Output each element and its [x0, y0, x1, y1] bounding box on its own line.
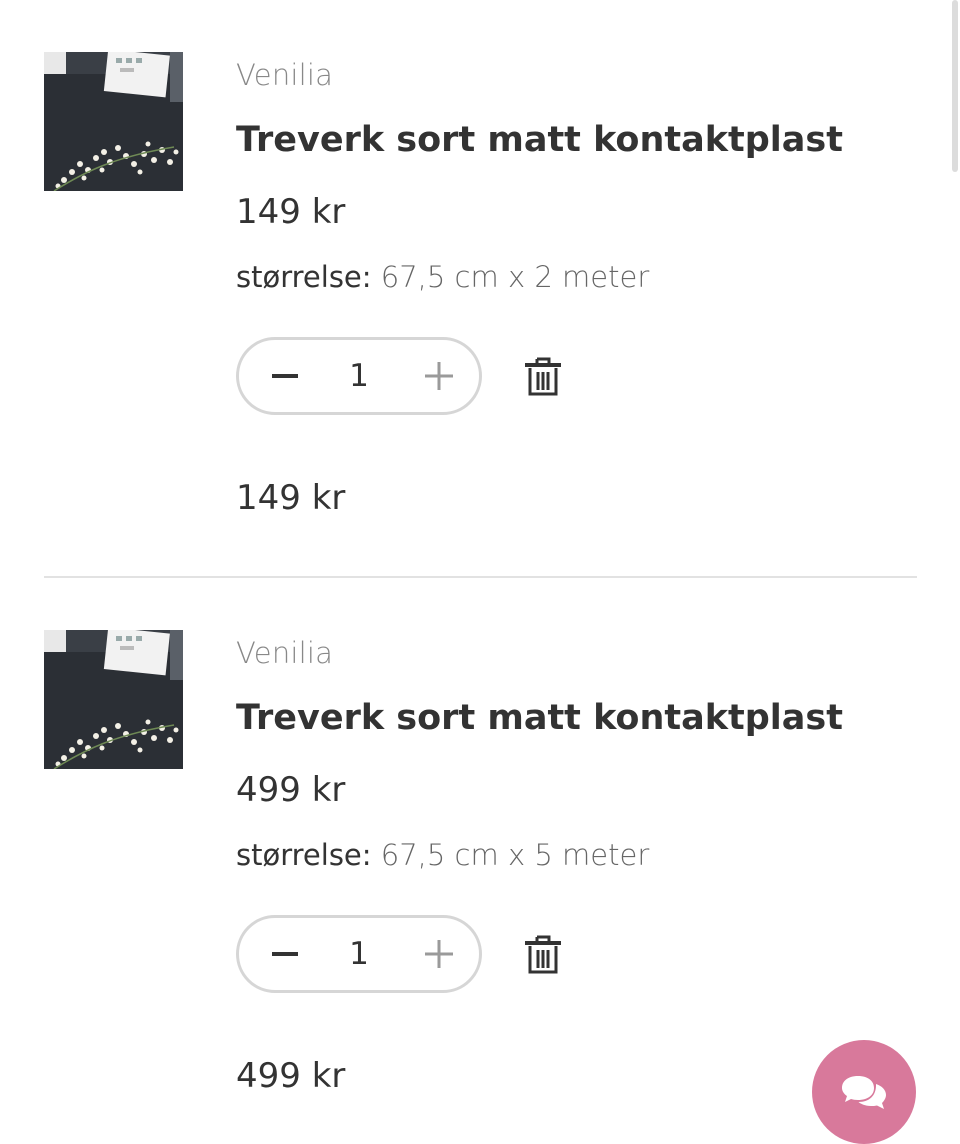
- line-total: 149 kr: [236, 478, 346, 518]
- product-price: 149 kr: [236, 192, 346, 232]
- increase-quantity-button[interactable]: [399, 918, 479, 990]
- cart-item: Venilia Treverk sort matt kontaktplast 1…: [0, 0, 960, 578]
- plus-icon: [425, 940, 453, 968]
- increase-quantity-button[interactable]: [399, 340, 479, 412]
- chat-bubbles-icon: [842, 1076, 886, 1109]
- remove-item-button[interactable]: [522, 354, 564, 398]
- product-brand: Venilia: [236, 636, 334, 670]
- product-variant: størrelse: 67,5 cm x 5 meter: [236, 838, 649, 872]
- quantity-stepper: 1: [236, 915, 482, 993]
- quantity-value[interactable]: 1: [329, 340, 389, 412]
- decrease-quantity-button[interactable]: [245, 918, 325, 990]
- quantity-value[interactable]: 1: [329, 918, 389, 990]
- decrease-quantity-button[interactable]: [245, 340, 325, 412]
- variant-label: størrelse:: [236, 838, 372, 872]
- chat-button[interactable]: [812, 1040, 916, 1144]
- variant-value: 67,5 cm x 5 meter: [380, 838, 650, 872]
- product-image[interactable]: [44, 52, 183, 191]
- remove-item-button[interactable]: [522, 932, 564, 976]
- plus-icon: [425, 362, 453, 390]
- product-image[interactable]: [44, 630, 183, 769]
- product-brand: Venilia: [236, 58, 334, 92]
- trash-icon: [525, 357, 561, 396]
- variant-label: størrelse:: [236, 260, 372, 294]
- trash-icon: [525, 935, 561, 974]
- quantity-stepper: 1: [236, 337, 482, 415]
- variant-value: 67,5 cm x 2 meter: [380, 260, 650, 294]
- product-price: 499 kr: [236, 770, 346, 810]
- product-title[interactable]: Treverk sort matt kontaktplast: [236, 120, 843, 160]
- minus-icon: [272, 952, 298, 956]
- line-total: 499 kr: [236, 1056, 346, 1096]
- product-variant: størrelse: 67,5 cm x 2 meter: [236, 260, 649, 294]
- minus-icon: [272, 374, 298, 378]
- cart-item: Venilia Treverk sort matt kontaktplast 4…: [0, 578, 960, 1138]
- product-title[interactable]: Treverk sort matt kontaktplast: [236, 698, 843, 738]
